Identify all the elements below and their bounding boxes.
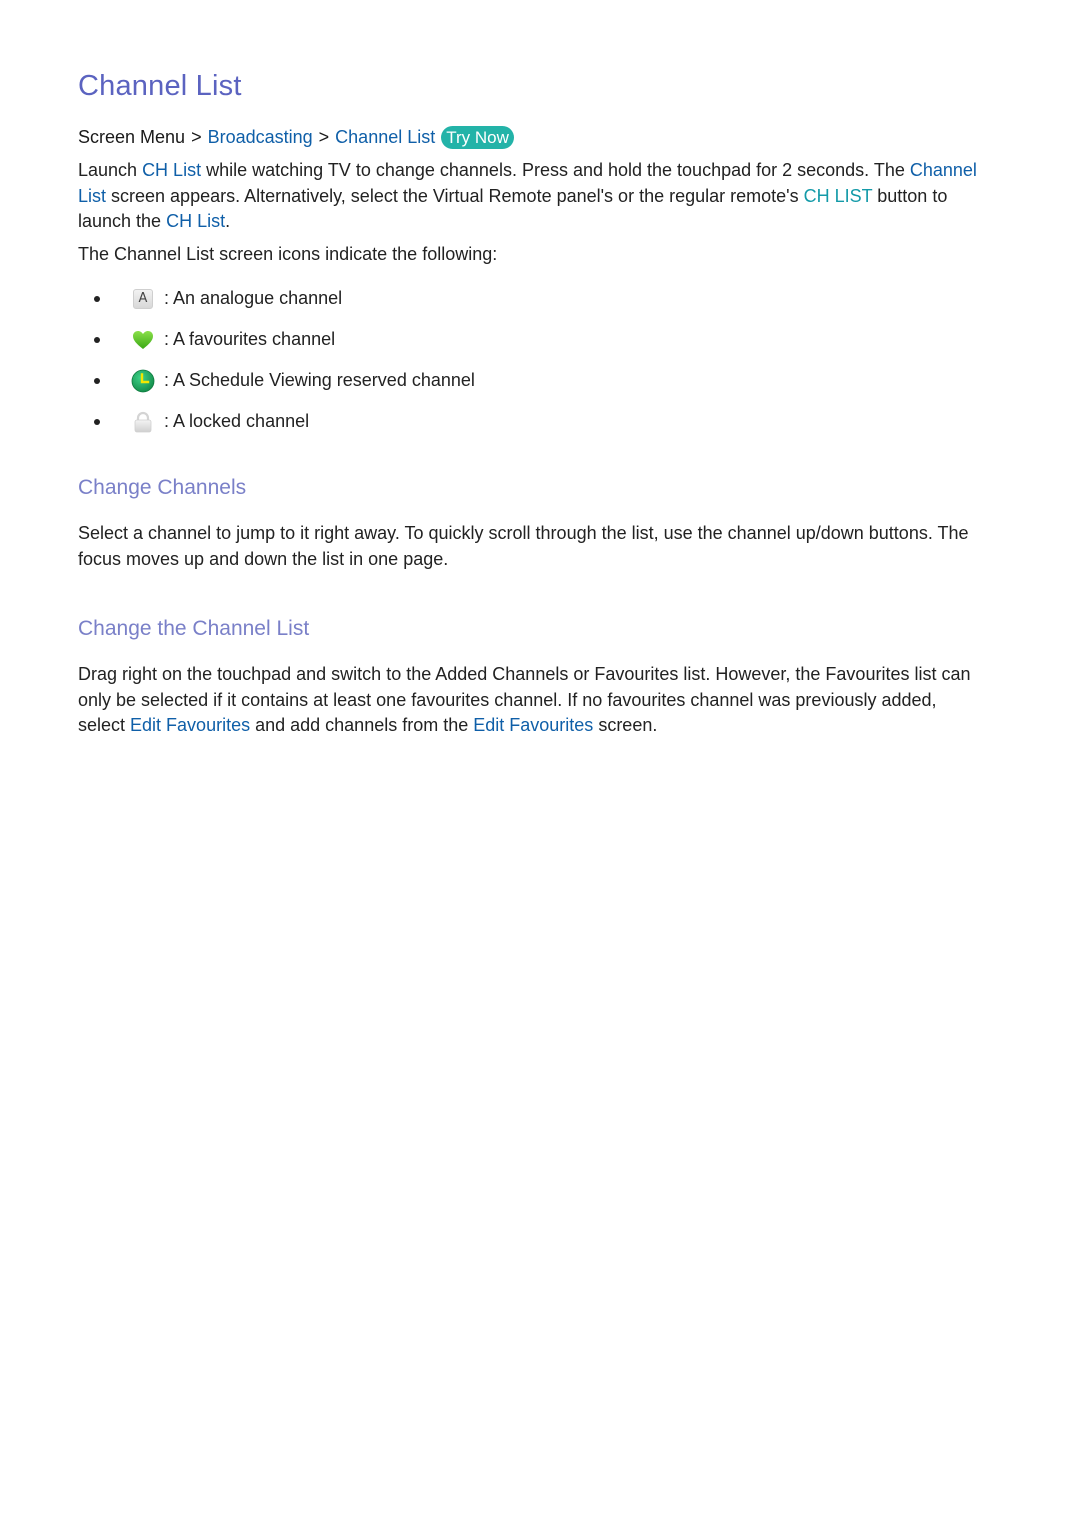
- analogue-icon: A: [131, 287, 155, 311]
- intro-paragraph: Launch CH List while watching TV to chan…: [78, 158, 988, 235]
- breadcrumb-root: Screen Menu: [78, 127, 186, 147]
- section-heading-change-the-channel-list: Change the Channel List: [78, 617, 310, 640]
- bullet: [94, 418, 100, 425]
- section-heading-change-channels: Change Channels: [78, 476, 247, 499]
- text-run: screen.: [593, 715, 658, 735]
- breadcrumb-broadcasting[interactable]: Broadcasting: [208, 127, 313, 148]
- bullet: [94, 336, 100, 343]
- breadcrumb-channel-list[interactable]: Channel List: [335, 127, 435, 148]
- breadcrumb: Screen Menu > Broadcasting > Channel Lis…: [78, 126, 514, 149]
- inline-button-name[interactable]: CH LIST: [804, 186, 873, 206]
- inline-link[interactable]: CH List: [166, 211, 225, 231]
- text-run: .: [225, 211, 231, 231]
- bullet: [94, 295, 100, 302]
- text-run: and add channels from the: [250, 715, 474, 735]
- icons-intro-text: The Channel List screen icons indicate t…: [78, 244, 498, 264]
- breadcrumb-separator: >: [191, 127, 202, 147]
- lock-icon: [131, 410, 155, 434]
- bullet: [94, 377, 100, 384]
- breadcrumb-separator: >: [318, 127, 330, 147]
- text-run: Launch: [78, 160, 143, 180]
- list-item-text: : A Schedule Viewing reserved channel: [164, 370, 475, 390]
- list-item-text: : A locked channel: [164, 411, 310, 431]
- inline-link[interactable]: CH List: [142, 160, 201, 180]
- change-channel-list-text: Drag right on the touchpad and switch to…: [78, 662, 988, 739]
- text-run: screen appears. Alternatively, select th…: [106, 185, 804, 206]
- text-run: while watching TV to change channels. Pr…: [201, 160, 910, 180]
- page-title: Channel List: [78, 70, 242, 102]
- inline-link[interactable]: Edit Favourites: [130, 715, 250, 735]
- list-item-text: : An analogue channel: [164, 288, 343, 308]
- inline-link[interactable]: Edit Favourites: [473, 715, 593, 735]
- clock-icon: [131, 369, 155, 393]
- change-channels-text: Select a channel to jump to it right awa…: [78, 523, 969, 569]
- heart-icon: [131, 328, 155, 352]
- list-item-text: : A favourites channel: [164, 329, 336, 349]
- try-now-button[interactable]: Try Now: [441, 126, 514, 149]
